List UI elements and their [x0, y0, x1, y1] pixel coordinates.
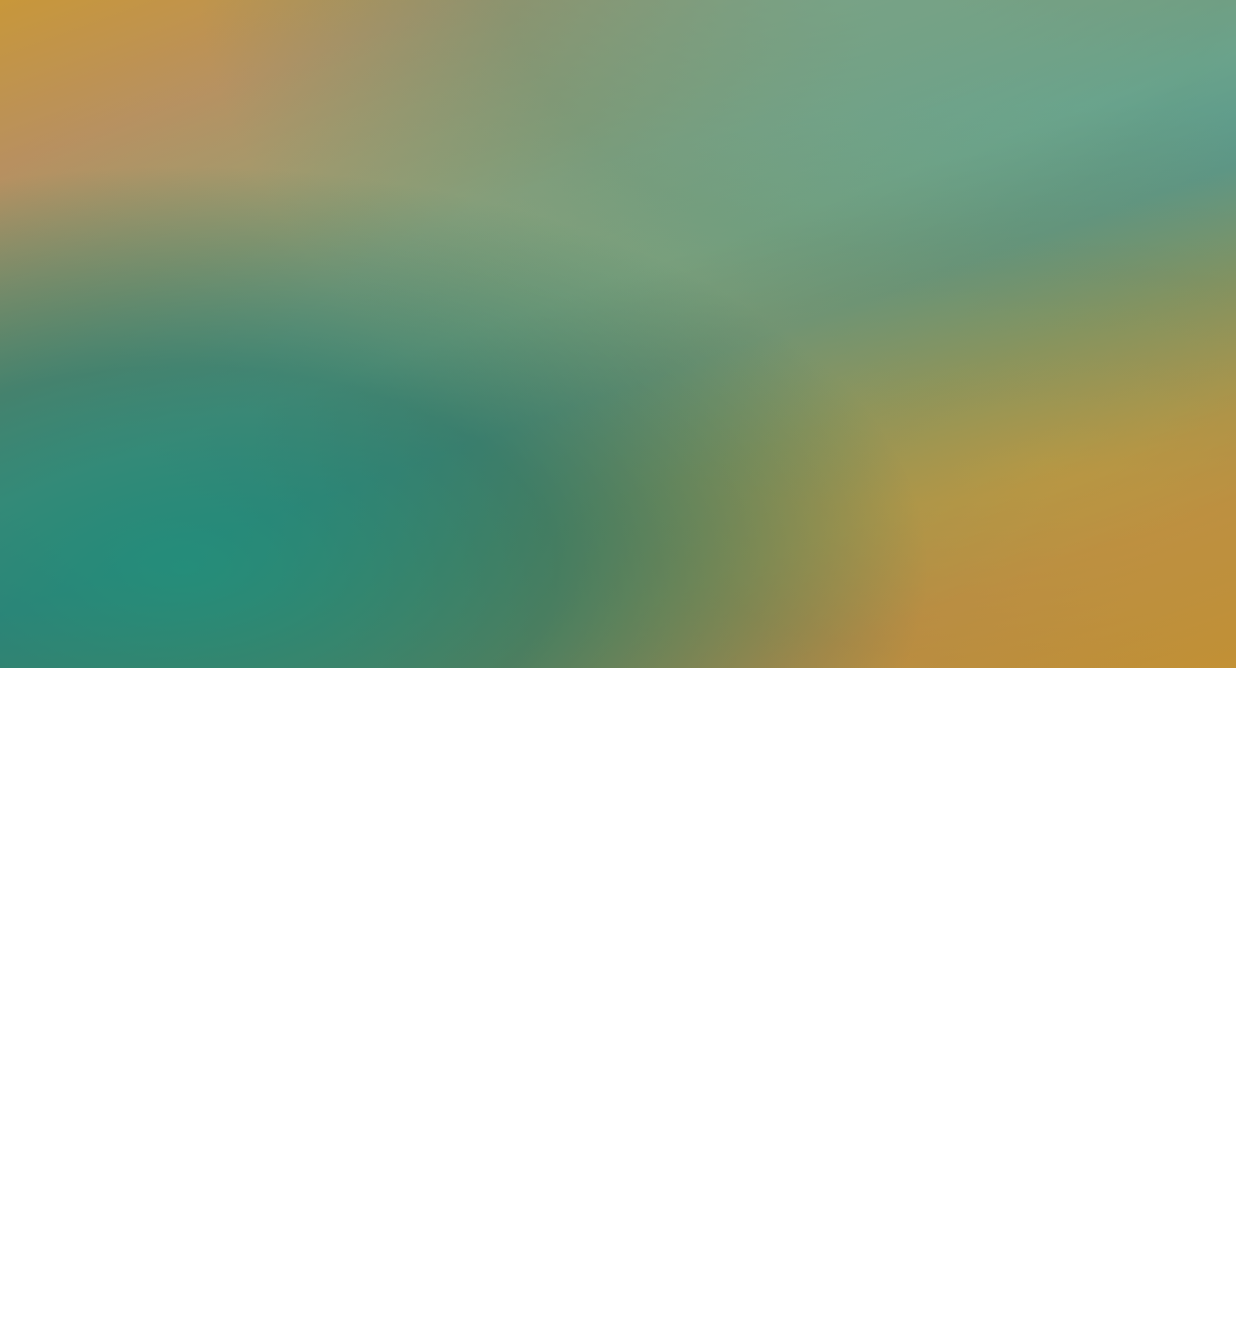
device-item: iPhone 14 — [530, 791, 675, 829]
device-item: iPhone 14 Pro — [530, 868, 675, 906]
device-item: iPhone 13 Pro Max — [530, 1060, 675, 1098]
device-item: iPhone 11 Pro — [755, 868, 987, 906]
bg-gradient — [0, 0, 1236, 668]
device-item: iPhone 8 — [755, 1098, 987, 1136]
device-item: iPhone Xs Max — [755, 983, 987, 1021]
device-list: iPhone 14iPhone 14 PlusiPhone 14 ProiPho… — [530, 791, 1086, 1213]
learn-more-link[interactable]: 进一步了解 iPhone › — [150, 1026, 300, 1051]
device-item: iPhone 12 Pro — [530, 1175, 675, 1213]
device-column-2: iPhone 12 Pro MaxiPhone 11iPhone 11 Proi… — [755, 791, 987, 1213]
chevron-icon: › — [295, 1028, 301, 1048]
page-title: iOS 16 兼容设备 — [150, 953, 530, 1006]
device-item: iPhone 14 Plus — [530, 829, 675, 867]
device-item: iPhone 8 Plus — [755, 1136, 987, 1174]
device-item: iPhone 12 — [530, 1098, 675, 1136]
device-item: iPhone 12 Pro Max — [755, 791, 987, 829]
device-item: iPhone XR — [755, 1021, 987, 1059]
link-text: 进一步了解 iPhone — [150, 1026, 293, 1051]
device-item: iPhone 13 mini — [530, 983, 675, 1021]
device-item: iPhone 11 — [755, 829, 987, 867]
device-item: iPhone SE (第二代及后续机型) — [755, 1175, 987, 1213]
device-item: iPhone Xs — [755, 944, 987, 982]
page-content: iOS 16 兼容设备 进一步了解 iPhone › iPhone 14iPho… — [0, 668, 1236, 1336]
device-column-1: iPhone 14iPhone 14 PlusiPhone 14 ProiPho… — [530, 791, 675, 1213]
background — [0, 0, 1236, 668]
device-item: iPhone 14 Pro Max — [530, 906, 675, 944]
device-item: iPhone 13 — [530, 944, 675, 982]
device-item: iPhone 12 mini — [530, 1136, 675, 1174]
device-item: iPhone X — [755, 1060, 987, 1098]
left-section: iOS 16 兼容设备 进一步了解 iPhone › — [150, 953, 530, 1051]
device-item: iPhone 11 Pro Max — [755, 906, 987, 944]
device-item: iPhone 13 Pro — [530, 1021, 675, 1059]
